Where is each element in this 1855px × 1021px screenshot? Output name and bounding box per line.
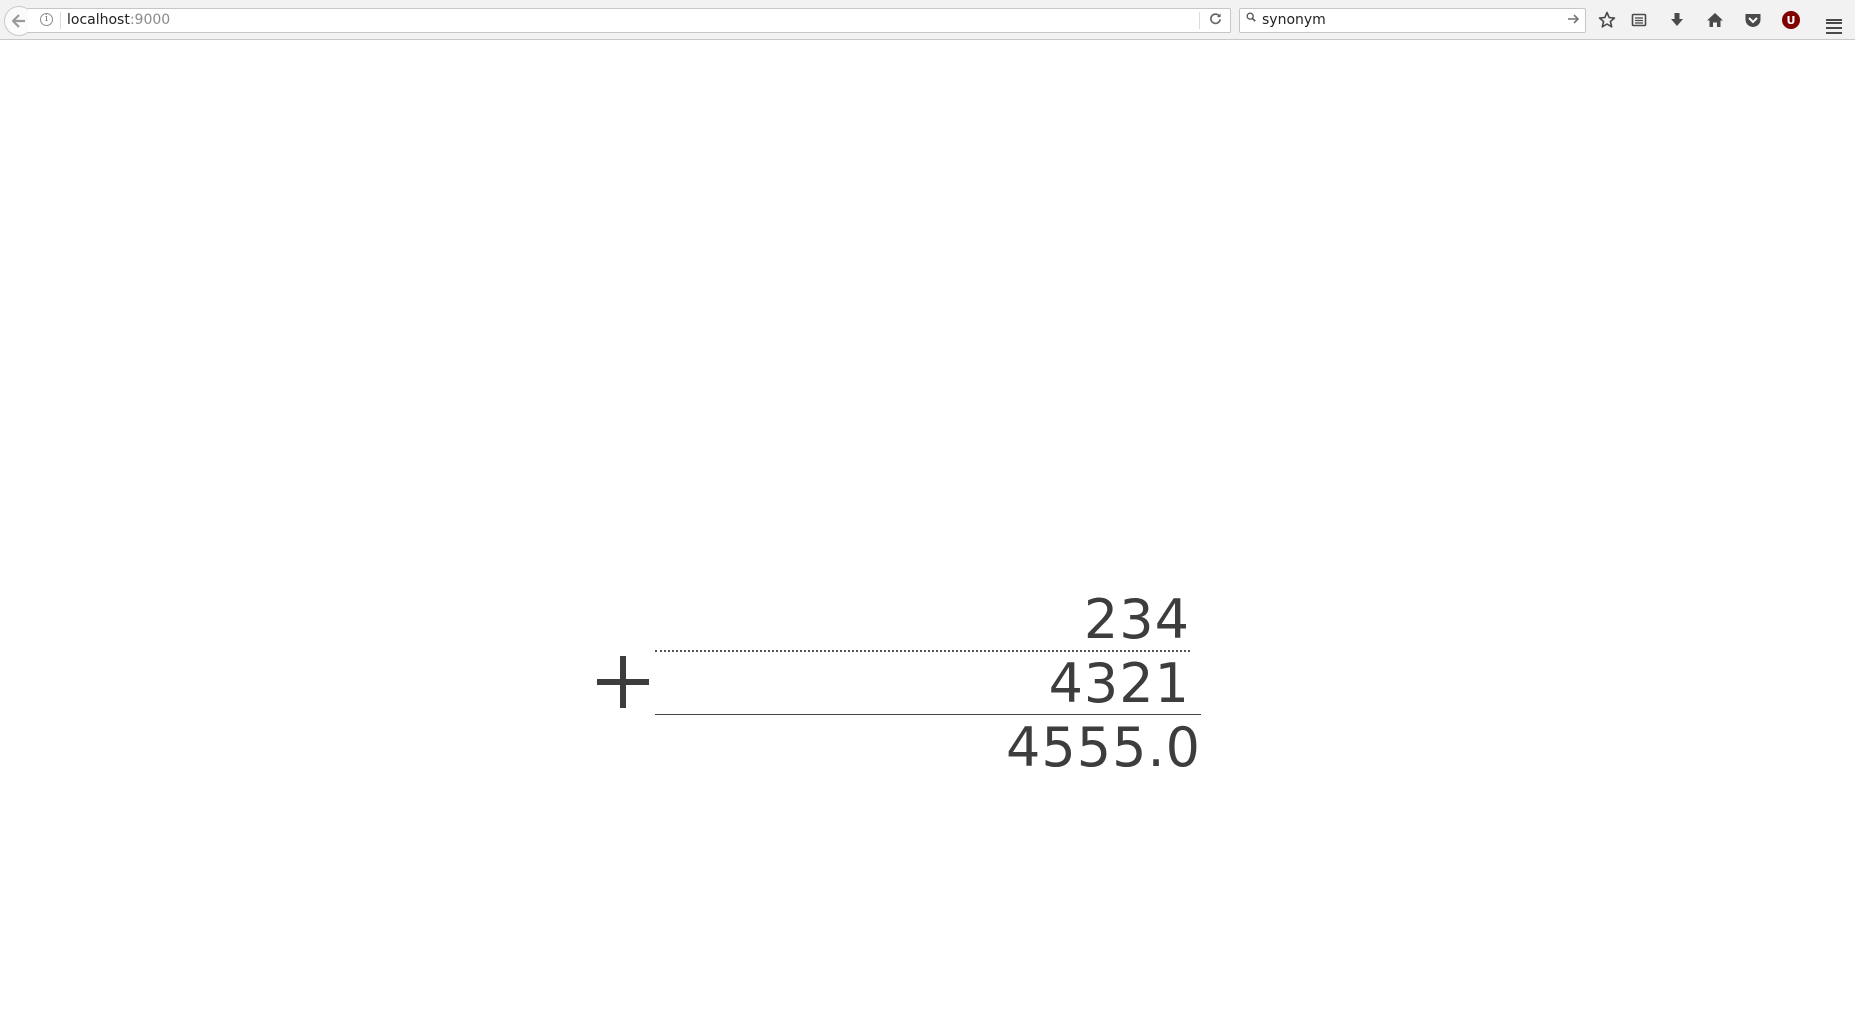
ublock-button[interactable]: U bbox=[1779, 8, 1803, 32]
url-bar[interactable]: i localhost:9000 bbox=[28, 8, 1231, 33]
browser-toolbar: i localhost:9000 synonym U bbox=[0, 0, 1855, 40]
download-glyph bbox=[1671, 13, 1683, 26]
result-value: 4555.0 bbox=[1006, 716, 1201, 779]
pocket-glyph bbox=[1745, 14, 1761, 27]
menu-bar-2 bbox=[1826, 27, 1842, 29]
url-text[interactable]: localhost:9000 bbox=[67, 12, 170, 28]
home-icon[interactable] bbox=[1703, 8, 1727, 32]
url-port: :9000 bbox=[129, 12, 171, 28]
ublock-icon: U bbox=[1782, 11, 1800, 29]
addition-problem: 234 4321 4555.0 bbox=[595, 590, 1215, 790]
operand-bottom: 4321 bbox=[1048, 652, 1190, 715]
sum-line bbox=[655, 714, 1201, 715]
plus-operator-icon bbox=[597, 656, 649, 708]
reading-list-glyph bbox=[1631, 13, 1647, 27]
search-input[interactable]: synonym bbox=[1262, 12, 1326, 28]
reload-glyph bbox=[1210, 13, 1221, 25]
download-icon[interactable] bbox=[1665, 8, 1689, 32]
menu-bar-3 bbox=[1826, 32, 1842, 34]
url-divider bbox=[60, 12, 61, 29]
reload-icon[interactable] bbox=[1209, 11, 1222, 29]
go-arrow-icon[interactable] bbox=[1567, 11, 1580, 29]
bookmark-star-icon[interactable] bbox=[1595, 8, 1619, 32]
star-glyph bbox=[1598, 11, 1616, 28]
info-icon[interactable]: i bbox=[40, 13, 53, 26]
home-glyph bbox=[1707, 13, 1723, 27]
url-host: localhost bbox=[67, 12, 130, 28]
search-icon bbox=[1246, 12, 1256, 22]
back-icon bbox=[12, 14, 25, 28]
menu-bar-1 bbox=[1826, 22, 1842, 24]
search-bar[interactable]: synonym bbox=[1239, 8, 1586, 33]
menu-icon[interactable] bbox=[1822, 8, 1846, 34]
reading-list-icon[interactable] bbox=[1627, 8, 1651, 32]
pocket-icon[interactable] bbox=[1741, 8, 1765, 32]
go-arrow-glyph bbox=[1568, 14, 1580, 24]
url-right-divider bbox=[1199, 12, 1200, 29]
operand-top: 234 bbox=[1083, 588, 1190, 651]
